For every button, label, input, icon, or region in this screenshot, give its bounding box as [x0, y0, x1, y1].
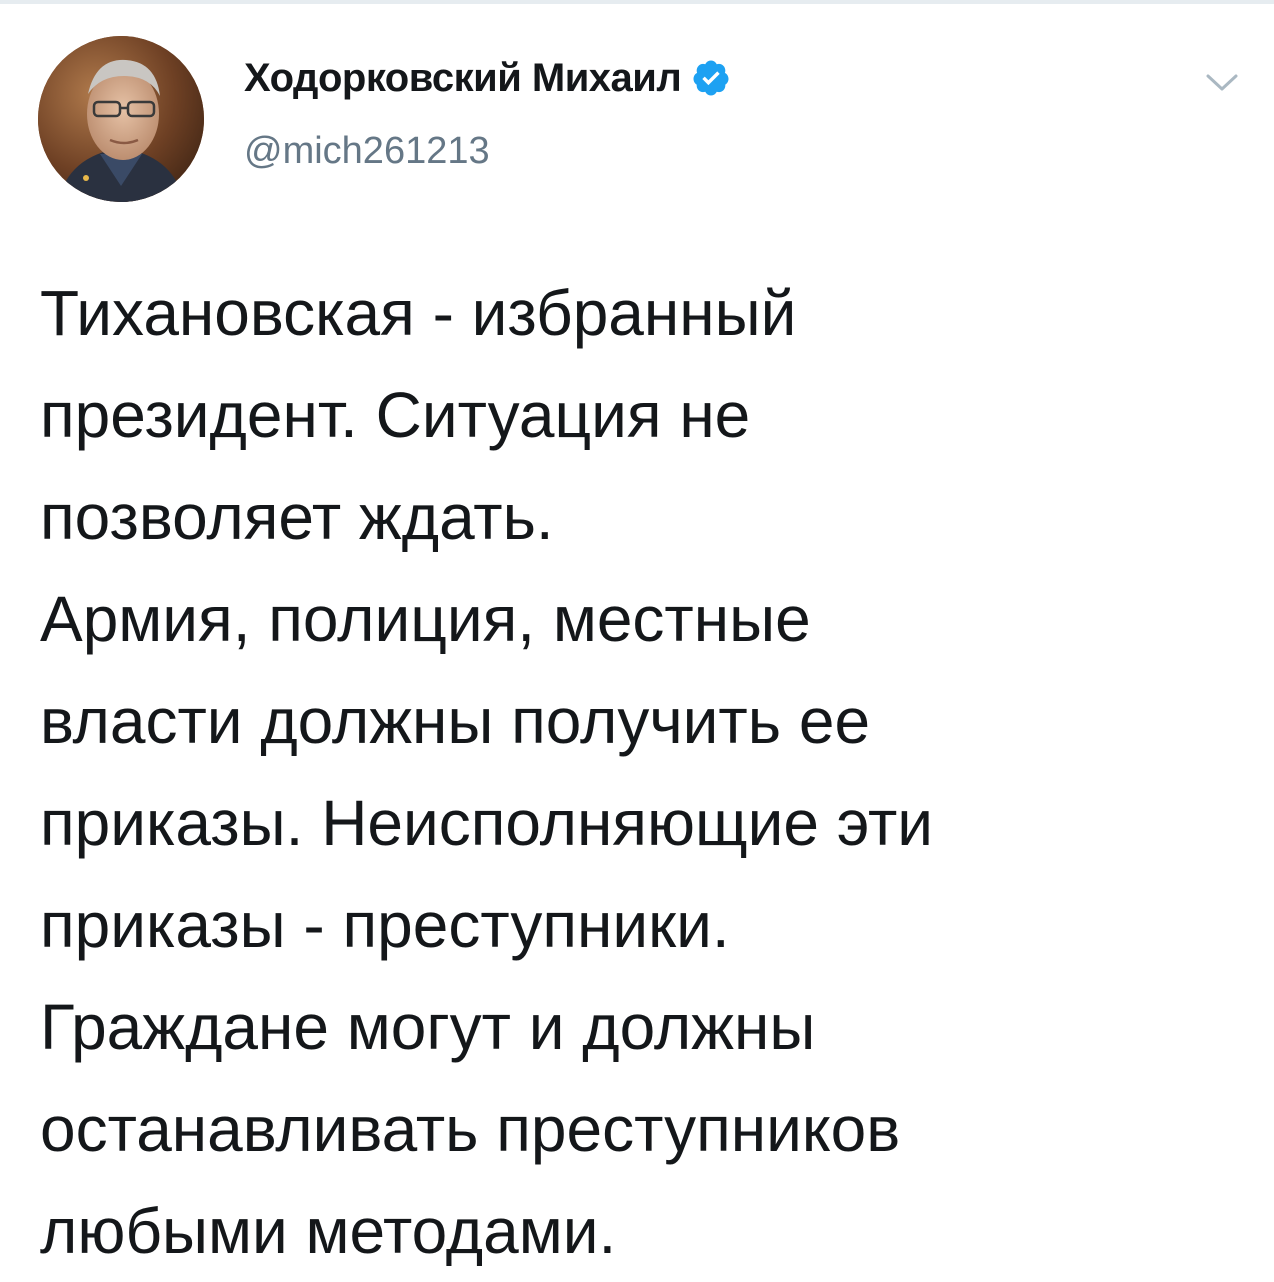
author-avatar[interactable] [38, 36, 204, 202]
avatar-image [38, 36, 204, 202]
name-row: Ходорковский Михаил [244, 50, 731, 106]
tweet-text-line: приказы. Неисполняющие эти [40, 787, 934, 859]
tweet-text-line: позволяет ждать. [40, 481, 554, 553]
tweet-text-line: Армия, полиция, местные [40, 583, 811, 655]
tweet-text-line: Граждане могут и должны [40, 991, 816, 1063]
author-display-name[interactable]: Ходорковский Михаил [244, 56, 682, 101]
tweet-text: Тихановская - избранный президент. Ситуа… [40, 262, 1240, 1282]
chevron-down-icon[interactable] [1202, 68, 1242, 96]
author-handle[interactable]: @mich261213 [244, 130, 731, 173]
tweet-text-line: любыми методами. [40, 1195, 617, 1267]
verified-badge-icon [691, 58, 731, 98]
tweet-text-line: останавливать преступников [40, 1093, 901, 1165]
tweet-text-line: приказы - преступники. [40, 889, 730, 961]
author-header: Ходорковский Михаил @mich261213 [244, 50, 731, 173]
tweet-text-line: Тихановская - избранный [40, 277, 797, 349]
tweet-card: Ходорковский Михаил @mich261213 Тихановс… [0, 0, 1274, 1280]
tweet-text-line: президент. Ситуация не [40, 379, 751, 451]
tweet-text-line: власти должны получить ее [40, 685, 871, 757]
